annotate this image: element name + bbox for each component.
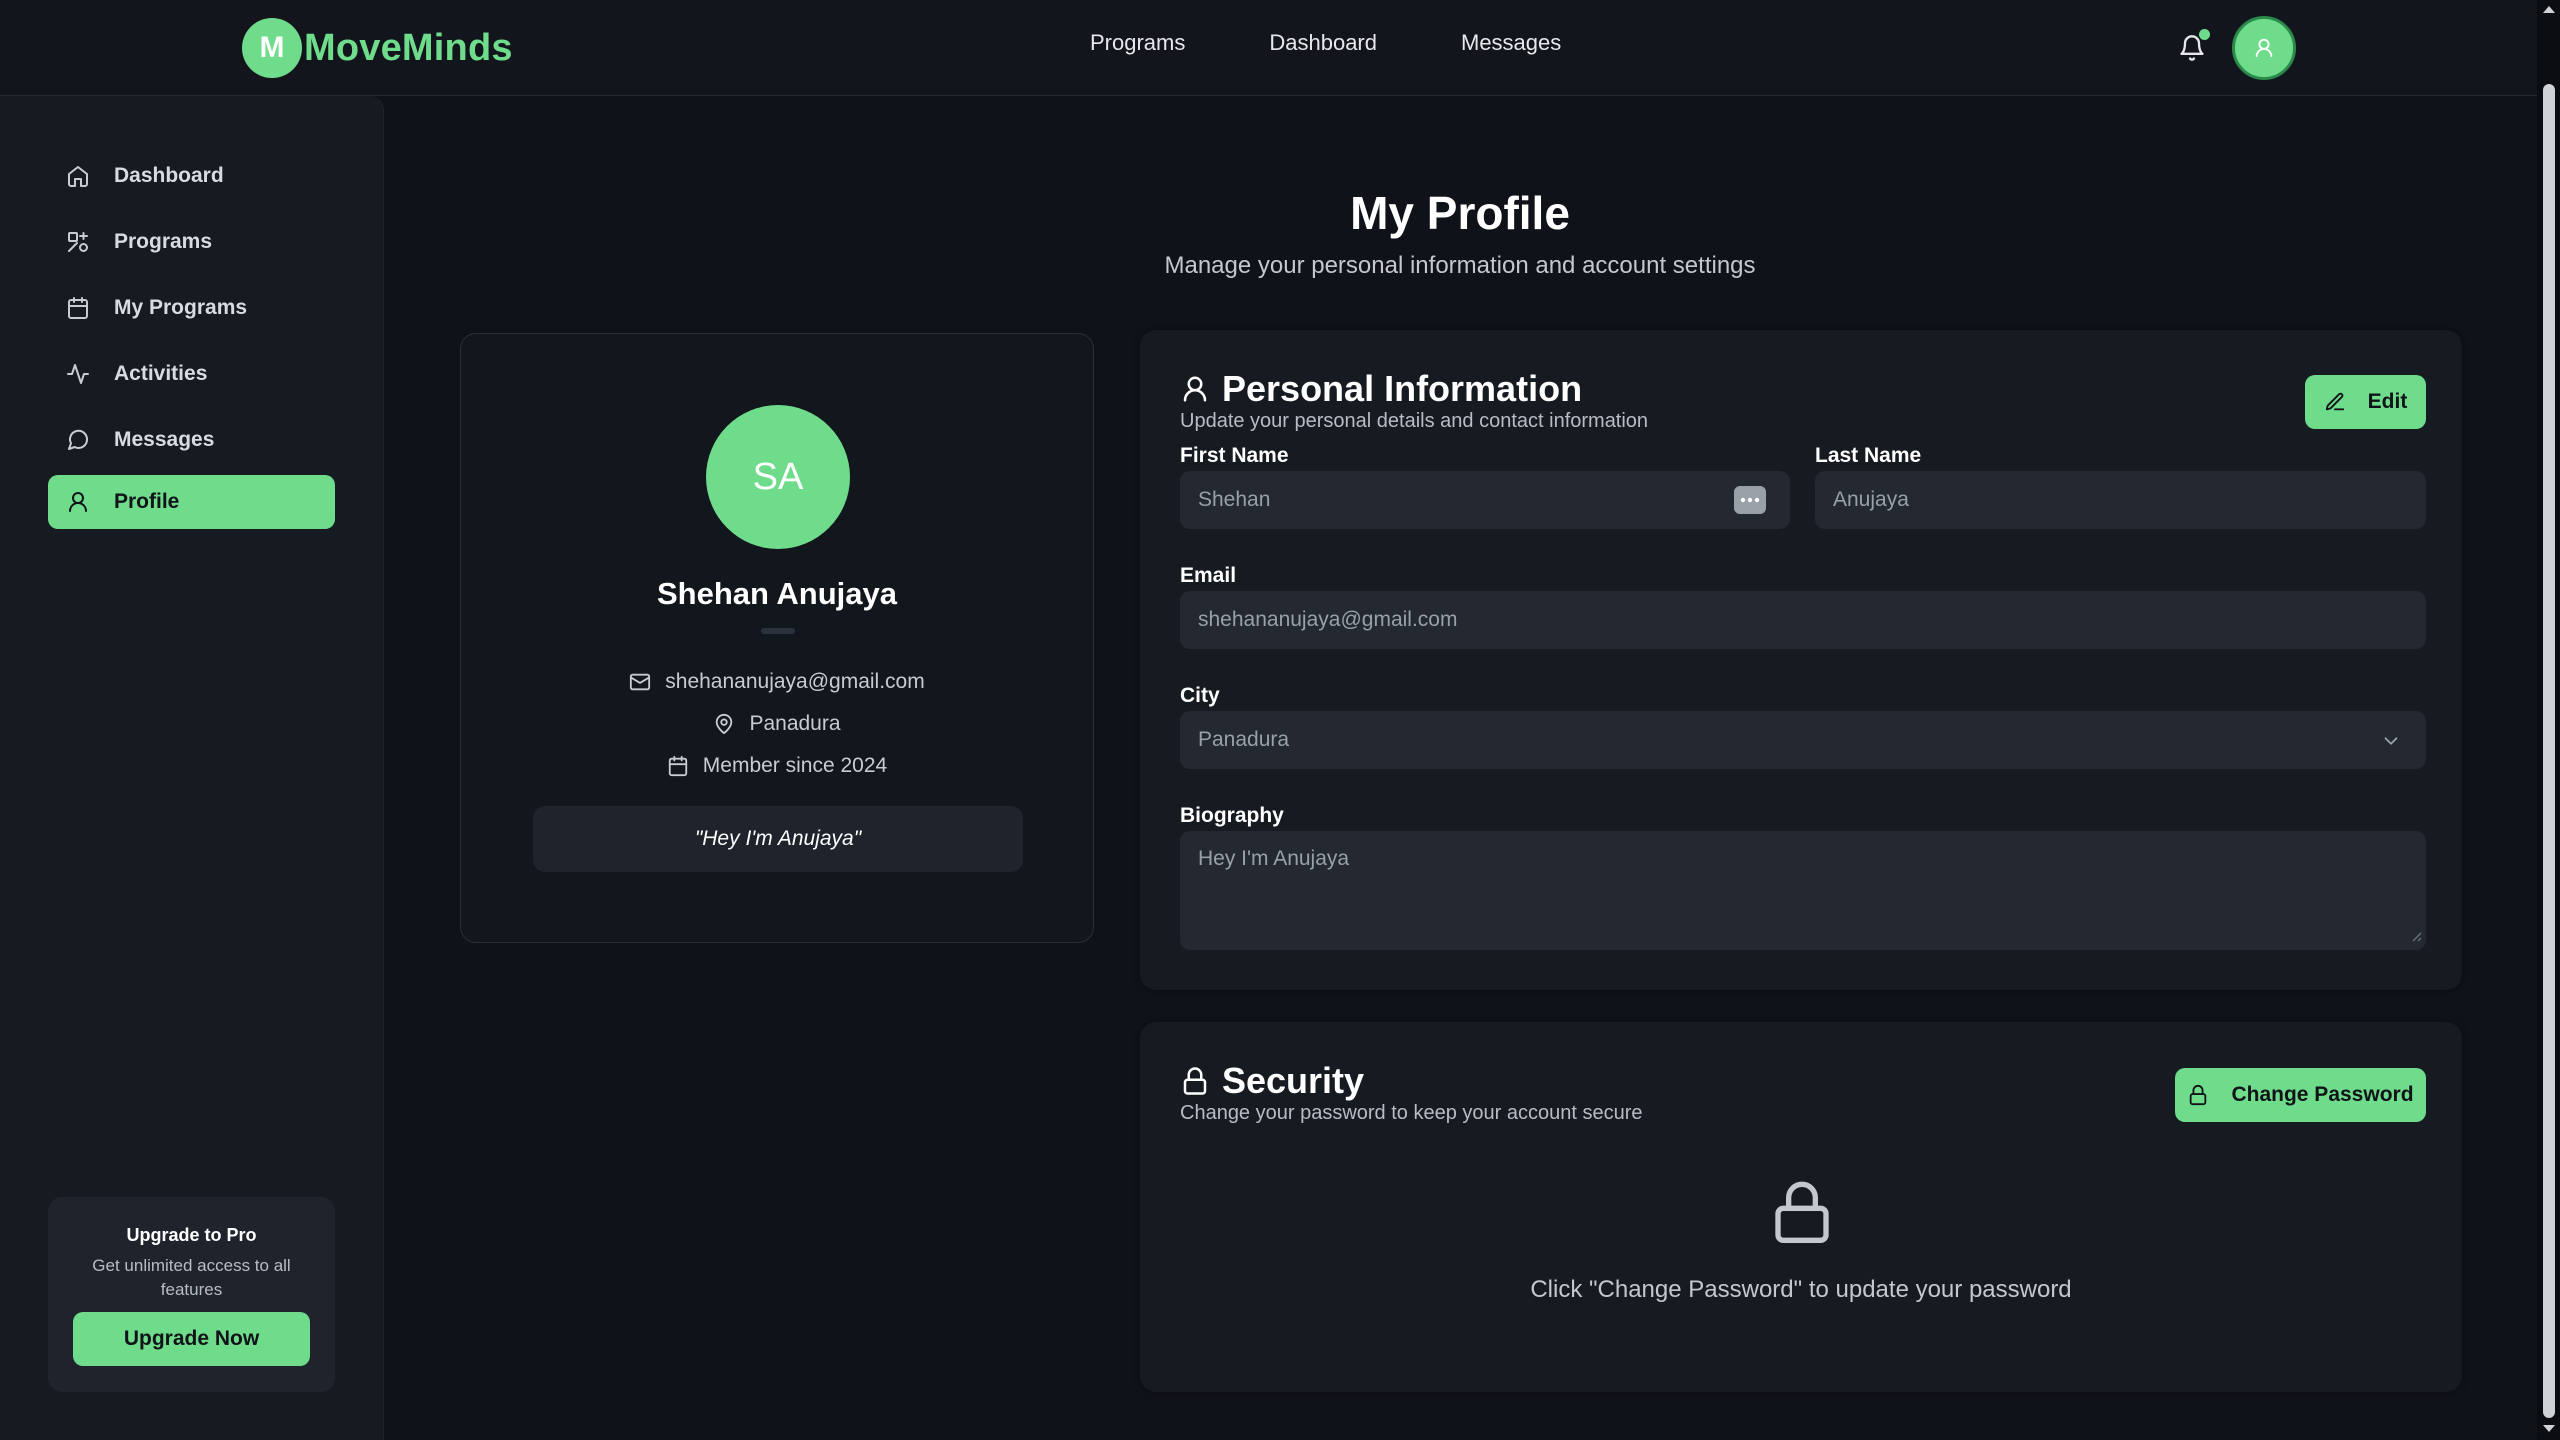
- scroll-up-arrow-icon[interactable]: [2542, 4, 2556, 14]
- email-label: Email: [1180, 564, 1237, 587]
- scroll-down-arrow-icon[interactable]: [2542, 1424, 2556, 1434]
- mail-icon: [630, 673, 651, 691]
- brand-logo[interactable]: M MoveMinds: [242, 18, 513, 78]
- security-heading: Security: [1180, 1060, 1364, 1102]
- sidebar-item-label: Programs: [114, 230, 213, 253]
- brand-name: MoveMinds: [304, 26, 513, 69]
- last-name-label: Last Name: [1815, 444, 1922, 467]
- personal-information-title: Personal Information: [1222, 368, 1583, 409]
- calendar-icon: [68, 297, 88, 319]
- scrollbar-thumb[interactable]: [2543, 84, 2555, 1418]
- chevron-down-icon: [2384, 737, 2398, 745]
- last-name-field[interactable]: [1815, 471, 2426, 529]
- profile-city-row: Panadura: [461, 712, 1093, 736]
- user-icon: [2255, 38, 2273, 58]
- city-select-value: Panadura: [1198, 728, 1290, 751]
- lock-icon: [1183, 1067, 1207, 1095]
- upgrade-description: Get unlimited access to all features: [92, 1256, 291, 1299]
- email-field[interactable]: [1180, 591, 2426, 649]
- biography-field[interactable]: Hey I'm Anujaya: [1180, 831, 2426, 950]
- activity-icon: [67, 364, 89, 384]
- top-navbar: M MoveMinds Programs Dashboard Messages: [0, 0, 2537, 96]
- sidebar-item-my-programs[interactable]: My Programs: [48, 281, 335, 335]
- city-label: City: [1180, 684, 1220, 707]
- sidebar-item-label: Activities: [114, 362, 208, 385]
- pencil-icon: [2325, 392, 2344, 411]
- notification-dot: [2199, 29, 2210, 40]
- personal-information-heading: Personal Information: [1180, 368, 1582, 410]
- personal-information-description: Update your personal details and contact…: [1180, 410, 1649, 432]
- profile-quote: "Hey I'm Anujaya": [533, 806, 1023, 872]
- nav-link-messages[interactable]: Messages: [1461, 30, 1561, 56]
- sidebar-item-messages[interactable]: Messages: [48, 413, 335, 467]
- divider: [761, 628, 795, 634]
- edit-button[interactable]: Edit: [2305, 375, 2426, 429]
- biography-label: Biography: [1180, 804, 1284, 827]
- profile-member-row: Member since 2024: [461, 754, 1093, 778]
- sidebar-item-label: Profile: [114, 490, 180, 513]
- message-icon: [68, 429, 89, 450]
- sidebar-item-label: Messages: [114, 428, 215, 451]
- upgrade-now-button[interactable]: Upgrade Now: [73, 1312, 310, 1366]
- lock-icon: [2190, 1084, 2207, 1106]
- first-name-label: First Name: [1180, 444, 1289, 467]
- sidebar-item-label: My Programs: [114, 296, 248, 319]
- nav-link-dashboard[interactable]: Dashboard: [1269, 30, 1377, 56]
- security-description: Change your password to keep your accoun…: [1180, 1102, 1643, 1124]
- city-select[interactable]: Panadura: [1180, 711, 2426, 769]
- nav-link-programs[interactable]: Programs: [1090, 30, 1185, 56]
- sidebar-item-programs[interactable]: Programs: [48, 215, 335, 269]
- security-message: Click "Change Password" to update your p…: [1530, 1276, 2072, 1303]
- first-name-field[interactable]: [1180, 471, 1790, 529]
- profile-summary-card: SA Shehan Anujaya shehananujaya@gmail.co…: [460, 333, 1094, 943]
- upgrade-card: Upgrade to Pro Get unlimited access to a…: [48, 1197, 335, 1392]
- programs-icon: [68, 232, 88, 252]
- page-title: My Profile: [1350, 187, 1570, 239]
- resize-handle-icon[interactable]: [2408, 928, 2422, 942]
- change-password-button[interactable]: Change Password: [2175, 1068, 2426, 1122]
- profile-email-row: shehananujaya@gmail.com: [461, 670, 1093, 694]
- large-lock-icon: [1775, 1181, 1829, 1243]
- profile-email: shehananujaya@gmail.com: [665, 670, 925, 693]
- sidebar-item-profile[interactable]: Profile: [48, 475, 335, 529]
- calendar-icon: [668, 755, 687, 777]
- brand-badge: M: [242, 18, 302, 78]
- security-title: Security: [1222, 1060, 1365, 1101]
- home-icon: [68, 166, 88, 187]
- profile-member-since: Member since 2024: [702, 754, 888, 777]
- map-pin-icon: [716, 713, 733, 735]
- sidebar-item-dashboard[interactable]: Dashboard: [48, 149, 335, 203]
- user-icon: [69, 492, 87, 512]
- top-nav-links: Programs Dashboard Messages: [1090, 30, 1561, 56]
- page-subtitle: Manage your personal information and acc…: [1164, 252, 1756, 279]
- avatar: SA: [706, 405, 850, 549]
- edit-button-label: Edit: [2367, 390, 2408, 413]
- sidebar-item-label: Dashboard: [114, 164, 224, 187]
- upgrade-title: Upgrade to Pro: [126, 1225, 257, 1245]
- user-avatar-button[interactable]: [2232, 16, 2296, 80]
- sidebar-item-activities[interactable]: Activities: [48, 347, 335, 401]
- change-password-label: Change Password: [2231, 1083, 2414, 1106]
- profile-name: Shehan Anujaya: [656, 576, 898, 611]
- profile-city: Panadura: [749, 712, 841, 735]
- autofill-icon[interactable]: [1734, 486, 1766, 514]
- user-icon: [1183, 376, 1207, 402]
